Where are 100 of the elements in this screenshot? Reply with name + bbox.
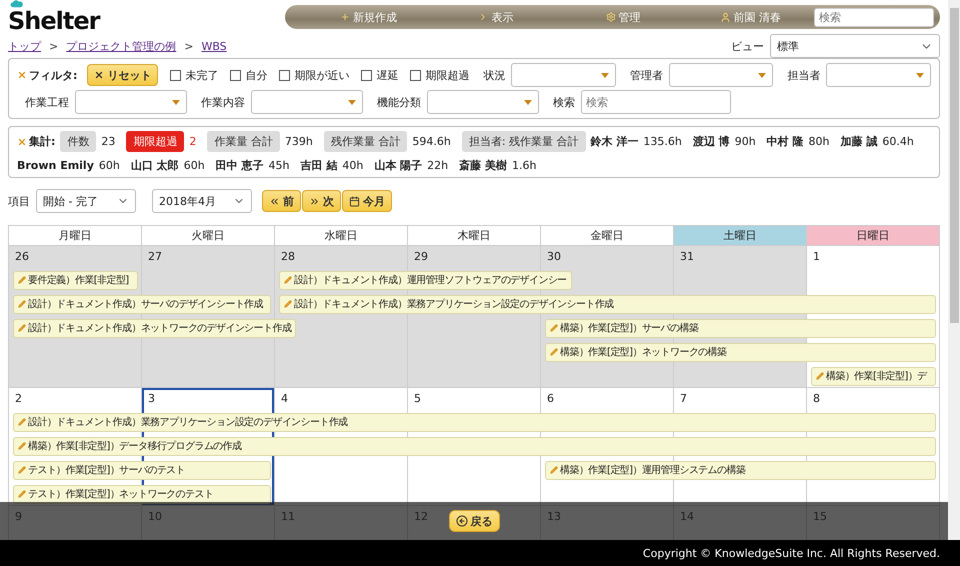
pencil-icon [284,300,292,308]
person-hours: 1.6h [512,159,536,172]
breadcrumb-separator: > [184,40,194,52]
nav-link[interactable]: 新規作成 [305,10,432,24]
pencil-icon [18,418,26,426]
breadcrumb-link[interactable]: プロジェクト管理の例 [66,38,176,54]
nav-button[interactable]: 今月 [342,190,392,212]
task-event[interactable]: 構築）作業[定型]）ネットワークの構築 [545,342,936,362]
task-event[interactable]: 設計）ドキュメント作成）運用管理ソフトウェアのデザインシー [279,270,572,290]
select-field[interactable] [511,63,616,87]
person-name: Brown Emily [17,159,94,172]
checkbox[interactable] [361,70,372,80]
scrollbar-thumb[interactable] [950,8,958,323]
select-field[interactable] [668,63,774,87]
task-event[interactable]: 構築）作業[定型]）運用管理システムの構築 [545,460,936,480]
task-event[interactable]: 構築）作業[非定型]）データ移行プログラムの作成 [13,436,936,456]
pencil-icon [550,348,558,356]
cloud-icon [10,0,24,8]
summary-tag: 担当者: 残作業量 合計 [462,131,586,152]
user-icon [720,12,731,22]
checkbox[interactable] [230,70,242,80]
nav-link[interactable]: 表示 [432,10,560,24]
nav-link[interactable]: 管理 [560,10,687,24]
pencil-icon [284,276,292,284]
person-hours: 22h [427,159,448,172]
select-field[interactable] [427,90,539,114]
field-label: 作業工程 [25,94,69,110]
task-event[interactable]: 構築）作業[定型]）サーバの構築 [545,318,936,338]
field-label: 機能分類 [377,94,421,110]
person-name: 加藤 誠 [840,134,878,149]
field-label: 状況 [483,68,506,82]
weekday-header: 月曜日 [9,226,142,246]
search-field[interactable]: 検索 [581,90,731,114]
nav-button[interactable]: 次 [302,190,341,212]
view-select[interactable]: 標準 [770,34,940,58]
person-hours: 40h [342,159,364,172]
pencil-icon [550,466,558,474]
task-event[interactable]: 設計）ドキュメント作成）業務アプリケーション設定のデザインシート作成 [279,294,936,314]
pencil-icon [816,372,824,380]
breadcrumb-link[interactable]: WBS [201,40,227,52]
person-name: 中村 隆 [766,134,804,149]
copyright-text: Copyright © KnowledgeSuite Inc. All Rights Reserved. [642,546,940,560]
breadcrumb-link[interactable]: トップ [8,38,41,54]
close-icon [17,70,27,80]
checkbox[interactable] [279,70,290,80]
back-icon [456,515,468,527]
pencil-icon [18,276,26,284]
caret-icon [348,100,356,104]
pencil-icon [18,466,26,474]
calendar-icon [349,196,360,206]
person-name: 斎藤 美樹 [459,158,507,173]
checkbox-label: 遅延 [376,68,398,82]
field-label: 管理者 [630,68,663,82]
field-label: 検索 [553,94,575,110]
search-field[interactable]: 検索 [814,8,934,26]
summary-tag: 作業量 合計 [207,131,280,152]
view-label: ビュー [731,38,764,54]
month-select[interactable]: 2018年4月 [152,189,252,213]
pencil-icon [18,300,26,308]
checkbox[interactable] [170,70,182,80]
task-event[interactable]: テスト）作業[定型]）サーバのテスト [13,460,271,480]
summary-value: 23 [101,135,116,148]
logo: Shelter [8,8,100,34]
task-event[interactable]: 設計）ドキュメント作成）業務アプリケーション設定のデザインシート作成 [13,412,936,432]
pencil-icon [18,442,26,450]
select-field[interactable] [75,90,187,114]
person-name: 鈴木 洋一 [590,134,638,149]
nav-link[interactable]: 前園 清春 [686,10,814,24]
reset-button[interactable]: リセット [87,64,158,86]
nav-button[interactable]: 前 [262,190,301,212]
range-select[interactable]: 開始 - 完了 [36,189,136,213]
breadcrumb-separator: > [49,40,58,52]
weekday-header: 日曜日 [807,226,940,246]
task-event[interactable]: 構築）作業[非定型]）デ [811,366,936,386]
caret-icon [758,72,766,78]
task-event[interactable]: 設計）ドキュメント作成）サーバのデザインシート作成 [13,294,271,314]
checkbox-label: 自分 [245,68,268,82]
field-label: 担当者 [787,68,820,82]
select-field[interactable] [826,63,931,87]
checkbox[interactable] [410,70,422,80]
field-label: 作業内容 [201,94,245,110]
scrollbar[interactable] [948,0,960,540]
person-name: 田中 恵子 [216,158,264,173]
plus-icon [340,12,350,22]
checkbox-label: 期限が近い [294,68,350,82]
select-field[interactable] [251,90,363,114]
back-button[interactable]: 戻る [448,510,500,532]
caret-icon [172,100,180,104]
weekday-header: 水曜日 [275,226,408,246]
summary-value: 739h [284,135,313,148]
caret-icon [916,72,924,78]
checkbox-label: 未完了 [185,68,218,82]
person-hours: 80h [808,135,830,148]
task-event[interactable]: 要件定義）作業[非定型] [13,270,138,290]
person-name: 山口 太郎 [130,158,179,173]
weekday-header: 金曜日 [541,226,674,246]
person-hours: 45h [268,159,290,172]
double-chevron-right-icon [309,196,320,206]
task-event[interactable]: 設計）ドキュメント作成）ネットワークのデザインシート作成 [13,318,296,338]
close-icon [94,70,104,80]
